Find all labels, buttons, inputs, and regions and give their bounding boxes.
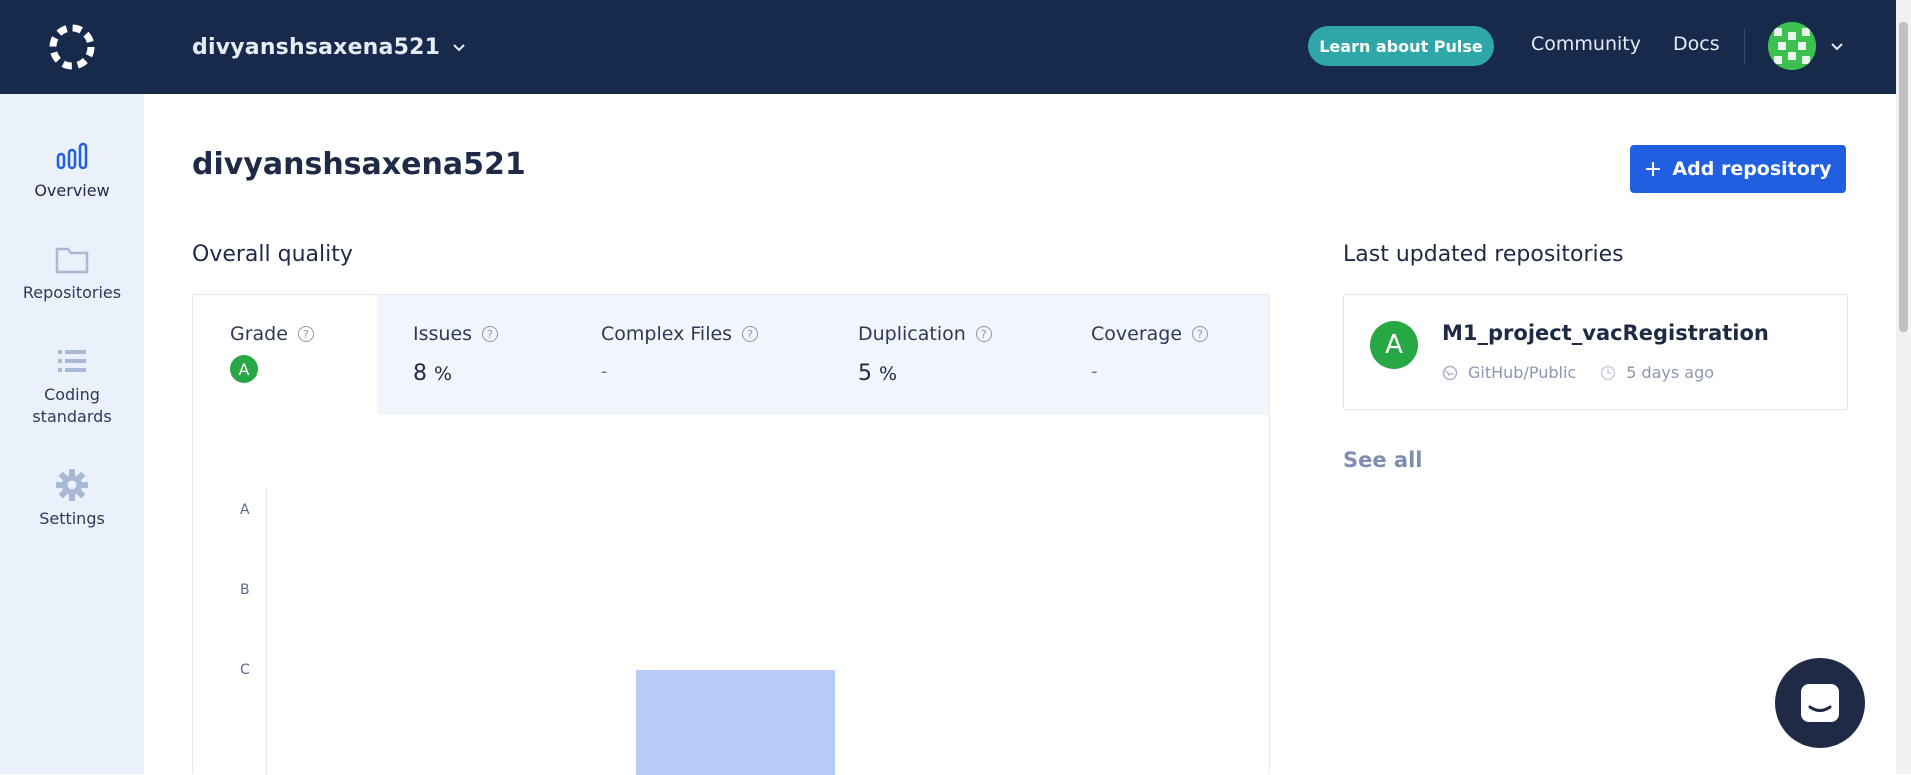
avatar[interactable]: [1768, 22, 1816, 70]
repo-card[interactable]: A M1_project_vacRegistration GitHub/Publ…: [1343, 294, 1848, 410]
help-icon[interactable]: ?: [1192, 326, 1209, 342]
help-icon[interactable]: ?: [975, 326, 992, 342]
metric-label: Complex Files: [601, 323, 733, 345]
codacy-logo-icon[interactable]: [47, 22, 97, 72]
chevron-down-icon[interactable]: [1830, 39, 1844, 53]
community-link[interactable]: Community: [1531, 33, 1641, 55]
learn-about-pulse-button[interactable]: Learn about Pulse: [1308, 26, 1494, 66]
sidebar-item-settings[interactable]: Settings: [0, 468, 144, 530]
repo-updated: 5 days ago: [1626, 363, 1715, 382]
metric-label: Issues: [413, 323, 473, 345]
repo-meta: GitHub/Public 5 days ago: [1442, 363, 1714, 382]
chevron-down-icon: [453, 44, 465, 52]
grade-badge: A: [230, 355, 258, 383]
repo-name-link[interactable]: M1_project_vacRegistration: [1442, 321, 1769, 345]
metric-duplication: Duplication? 5 %: [858, 323, 992, 386]
metric-value: 5: [858, 361, 872, 386]
plus-icon: [1646, 162, 1661, 176]
overall-quality-title: Overall quality: [192, 242, 353, 267]
see-all-link[interactable]: See all: [1343, 448, 1423, 472]
top-bar: divyanshsaxena521 Learn about Pulse Comm…: [0, 0, 1911, 94]
repo-visibility: GitHub/Public: [1468, 363, 1577, 382]
help-icon[interactable]: ?: [297, 326, 314, 342]
y-tick-label: C: [240, 662, 250, 678]
bar-chart-icon: [56, 142, 88, 170]
org-name: divyanshsaxena521: [192, 34, 441, 60]
sidebar-item-label: Coding standards: [32, 385, 112, 426]
chart-bar[interactable]: [636, 670, 835, 775]
metric-complex-files: Complex Files? -: [601, 323, 759, 382]
page-title: divyanshsaxena521: [192, 147, 526, 182]
chat-icon: [1801, 684, 1839, 722]
nav-divider: [1744, 29, 1745, 65]
metrics-row: Grade? A Issues? 8 % Complex Files? - Du…: [193, 295, 1269, 415]
y-tick-label: A: [240, 502, 250, 518]
chat-launcher-button[interactable]: [1775, 658, 1865, 748]
clock-icon: [1600, 365, 1616, 380]
metric-label: Duplication: [858, 323, 966, 345]
add-repository-label: Add repository: [1672, 158, 1832, 180]
metric-value: -: [1091, 361, 1098, 382]
metric-label: Coverage: [1091, 323, 1183, 345]
sidebar-item-repositories[interactable]: Repositories: [0, 242, 144, 304]
sidebar-item-coding-standards[interactable]: Coding standards: [0, 344, 144, 428]
folder-icon: [55, 247, 89, 274]
metric-grade: Grade? A: [230, 323, 314, 383]
metric-value: -: [601, 361, 608, 382]
globe-icon: [1442, 365, 1458, 380]
gear-icon: [56, 469, 88, 501]
sidebar-item-label: Overview: [34, 181, 110, 200]
help-icon[interactable]: ?: [482, 326, 499, 342]
metric-unit: %: [434, 363, 453, 385]
avatar-identicon: [1768, 22, 1816, 70]
y-tick-label: B: [240, 582, 250, 598]
y-axis-line: [266, 487, 267, 775]
scrollbar-thumb[interactable]: [1899, 22, 1908, 332]
metric-coverage: Coverage? -: [1091, 323, 1209, 382]
metric-unit: %: [879, 363, 898, 385]
overall-quality-card: Grade? A Issues? 8 % Complex Files? - Du…: [192, 294, 1270, 775]
help-icon[interactable]: ?: [742, 326, 759, 342]
org-switcher[interactable]: divyanshsaxena521: [192, 31, 466, 63]
add-repository-button[interactable]: Add repository: [1630, 145, 1846, 193]
sidebar: Overview Repositories Coding standards S…: [0, 94, 144, 774]
quality-chart: A B C: [193, 415, 1269, 775]
last-updated-title: Last updated repositories: [1343, 242, 1624, 267]
sidebar-item-label: Repositories: [22, 283, 122, 302]
metric-value: 8: [413, 361, 427, 386]
list-icon: [58, 350, 86, 372]
sidebar-item-label: Settings: [39, 509, 105, 528]
repo-grade-badge: A: [1370, 321, 1418, 369]
metric-issues: Issues? 8 %: [413, 323, 499, 386]
metric-label: Grade: [230, 323, 288, 345]
sidebar-item-overview[interactable]: Overview: [0, 140, 144, 202]
docs-link[interactable]: Docs: [1673, 33, 1720, 55]
